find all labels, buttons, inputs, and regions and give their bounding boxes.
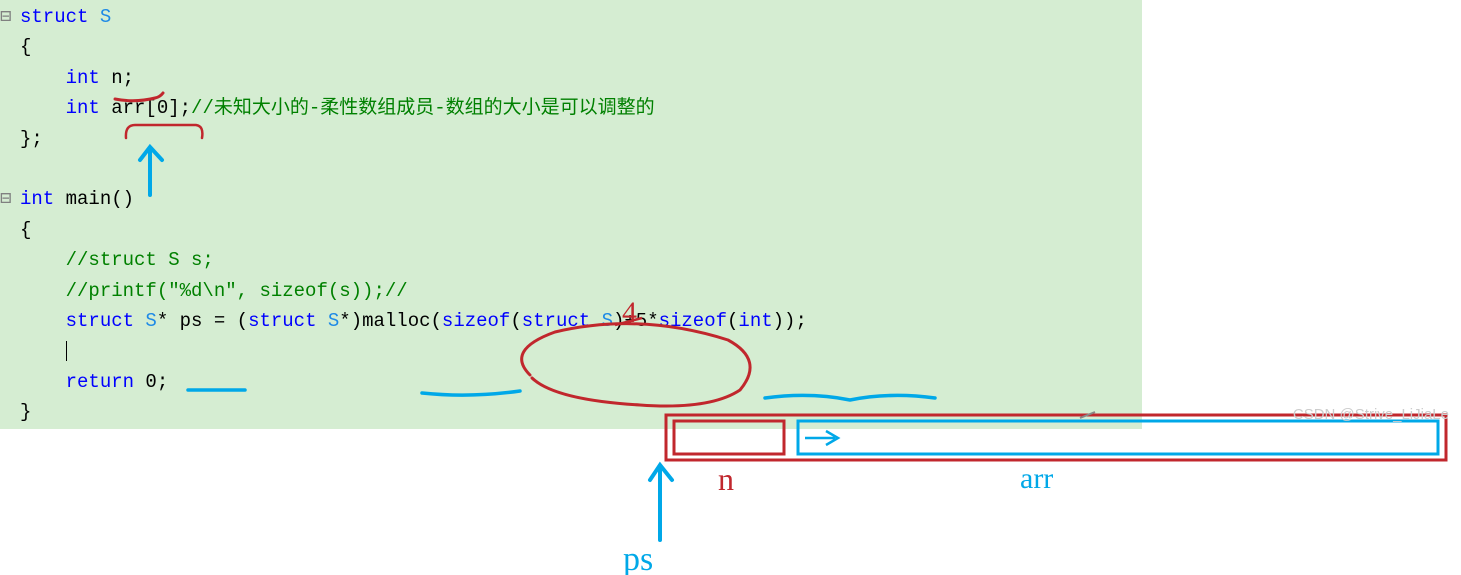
watermark: CSDN @Strive_LiJiaLe [1293,406,1449,423]
anno-label-n: n [718,461,734,497]
code-line: int n; [2,63,1142,93]
anno-label-arr: arr [1020,462,1053,495]
code-line: return 0; [2,367,1142,397]
code-line: struct S* ps = (struct S*)malloc(sizeof(… [2,306,1142,336]
code-line: ⊟int main() [2,184,1142,214]
code-line: int arr[0];//未知大小的-柔性数组成员-数组的大小是可以调整的 [2,93,1142,123]
code-line: { [2,32,1142,62]
code-line [2,154,1142,184]
code-line [2,336,1142,366]
code-editor: ⊟struct S { int n; int arr[0];//未知大小的-柔性… [0,0,1142,429]
code-line: //struct S s; [2,245,1142,275]
code-line: }; [2,124,1142,154]
code-line: { [2,215,1142,245]
anno-label-ps: ps [623,541,653,575]
code-line: } [2,397,1142,427]
code-line: ⊟struct S [2,2,1142,32]
code-line: //printf("%d\n", sizeof(s));// [2,276,1142,306]
